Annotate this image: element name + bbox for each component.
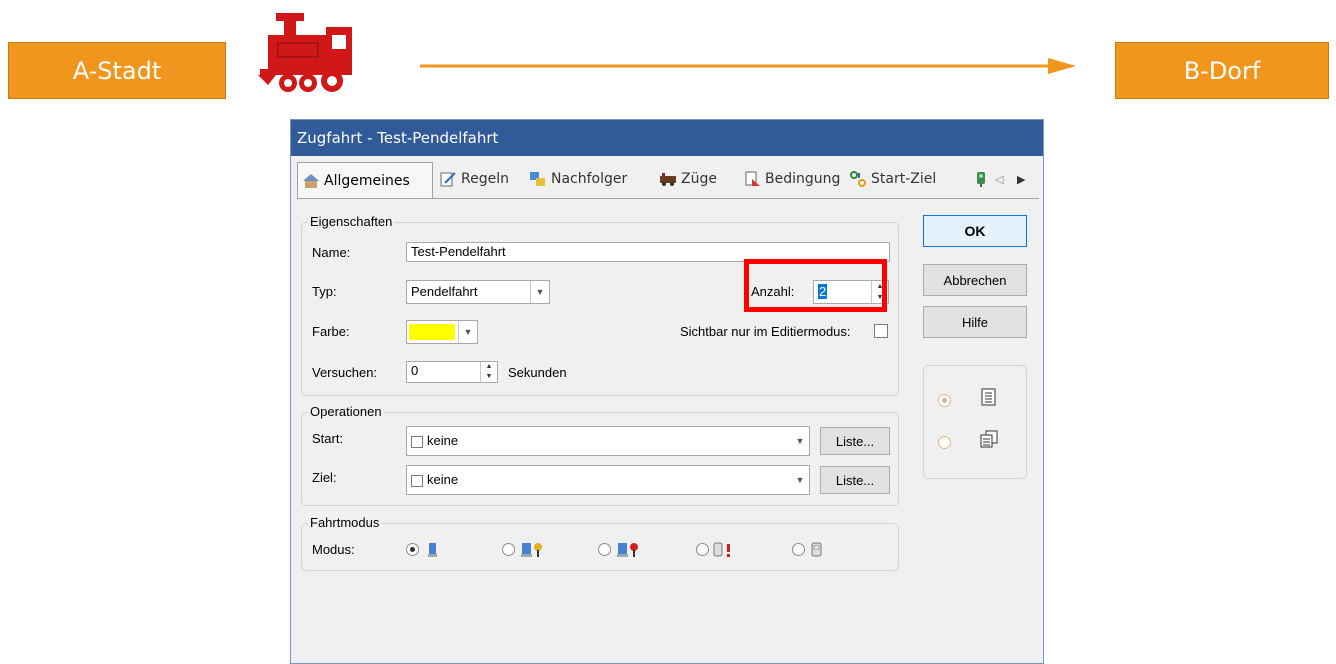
ziel-checkbox[interactable] [411,474,423,487]
fahrtmodus-group: Fahrtmodus Modus: [301,515,899,571]
start-label: Start: [312,431,344,446]
dialog-title: Zugfahrt - Test-Pendelfahrt [291,120,1043,156]
computer-stop-mode-icon [617,543,638,557]
versuchen-value: 0 [411,363,419,378]
rules-edit-icon [440,172,456,187]
signal-icon [977,172,985,187]
ziel-liste-button[interactable]: Liste... [820,466,890,494]
typ-label: Typ: [312,284,337,299]
tab-allgemeines[interactable]: Allgemeines [297,162,433,199]
tab-label: Regeln [461,171,509,187]
view-single-radio[interactable] [938,394,951,407]
ziel-operation-select[interactable]: keine ▼ [406,465,810,495]
versuchen-label: Versuchen: [312,365,378,380]
tab-bedingung[interactable]: Bedingung [743,162,840,196]
operationen-group: Operationen Start: keine ▼ Liste... Ziel… [301,404,899,506]
tab-label: Bedingung [765,171,841,187]
view-multi-radio[interactable] [938,436,951,449]
chevron-down-icon[interactable]: ▼ [791,427,809,455]
typ-select[interactable]: Pendelfahrt ▼ [406,280,550,304]
start-checkbox[interactable] [411,435,423,448]
tab-regeln[interactable]: Regeln [439,162,509,196]
farbe-select[interactable]: ▼ [406,320,478,344]
chevron-down-icon[interactable]: ▼ [458,321,477,343]
view-mode-group [923,365,1027,479]
tab-underline [297,198,1039,199]
sichtbar-label: Sichtbar nur im Editiermodus: [680,324,851,339]
start-operation-select[interactable]: keine ▼ [406,426,810,456]
chevron-down-icon[interactable]: ▼ [791,466,809,494]
tab-start-ziel[interactable]: Start-Ziel [849,162,936,196]
abbrechen-button[interactable]: Abbrechen [923,264,1027,296]
successor-icon [530,172,545,186]
color-swatch [409,324,455,340]
modus-radio-4[interactable] [696,543,709,556]
computer-mode-icon [428,543,437,557]
tab-scroll-right-icon[interactable]: ▶ [1017,162,1025,196]
typ-value: Pendelfahrt [411,284,478,299]
farbe-label: Farbe: [312,324,350,339]
operationen-label: Operationen [308,404,384,419]
ok-button[interactable]: OK [923,215,1027,247]
tab-more[interactable] [973,162,995,196]
tab-label: Züge [681,171,717,187]
sichtbar-checkbox[interactable] [874,324,888,338]
trains-icon [660,173,676,186]
manual-mode-icon [811,542,822,557]
condition-icon [745,171,760,186]
modus-radio-5[interactable] [792,543,805,556]
tab-label: Nachfolger [551,171,628,187]
tab-label: Start-Ziel [871,171,937,187]
chevron-down-icon[interactable]: ▼ [530,281,549,303]
start-goal-icon [850,171,866,187]
tab-label: Allgemeines [324,173,410,189]
multi-list-icon [980,430,998,448]
hilfe-button[interactable]: Hilfe [923,306,1027,338]
tab-zuege[interactable]: Züge [659,162,717,196]
station-a-box: A-Stadt [8,42,226,99]
modus-radio-3[interactable] [598,543,611,556]
start-liste-button[interactable]: Liste... [820,427,890,455]
name-label: Name: [312,245,351,260]
zugfahrt-dialog: Zugfahrt - Test-Pendelfahrt Allgemeines … [290,119,1044,664]
anzahl-highlight-box [744,259,887,312]
eigenschaften-label: Eigenschaften [308,214,395,229]
tab-scroll-left-icon[interactable]: ◁ [995,162,1003,196]
modus-radio-1[interactable] [406,543,419,556]
steam-locomotive-icon [258,13,352,92]
computer-signal-mode-icon [521,543,542,557]
manual-warning-mode-icon [713,542,730,557]
start-value: keine [427,433,459,448]
station-b-box: B-Dorf [1115,42,1329,99]
tab-bar: Allgemeines Regeln Nachfolger Züge Bedin… [297,162,1039,200]
versuchen-spinner[interactable]: 0 ▲ ▼ [406,361,498,383]
sekunden-label: Sekunden [508,365,567,380]
route-arrow [420,58,1076,74]
ziel-value: keine [427,472,459,487]
tab-nachfolger[interactable]: Nachfolger [529,162,627,196]
ziel-label: Ziel: [312,470,337,485]
single-list-icon [981,388,996,406]
house-settings-icon [303,174,319,188]
modus-label: Modus: [312,542,355,557]
modus-radio-2[interactable] [502,543,515,556]
versuchen-spin-buttons[interactable]: ▲ ▼ [480,362,497,382]
fahrtmodus-label: Fahrtmodus [308,515,382,530]
